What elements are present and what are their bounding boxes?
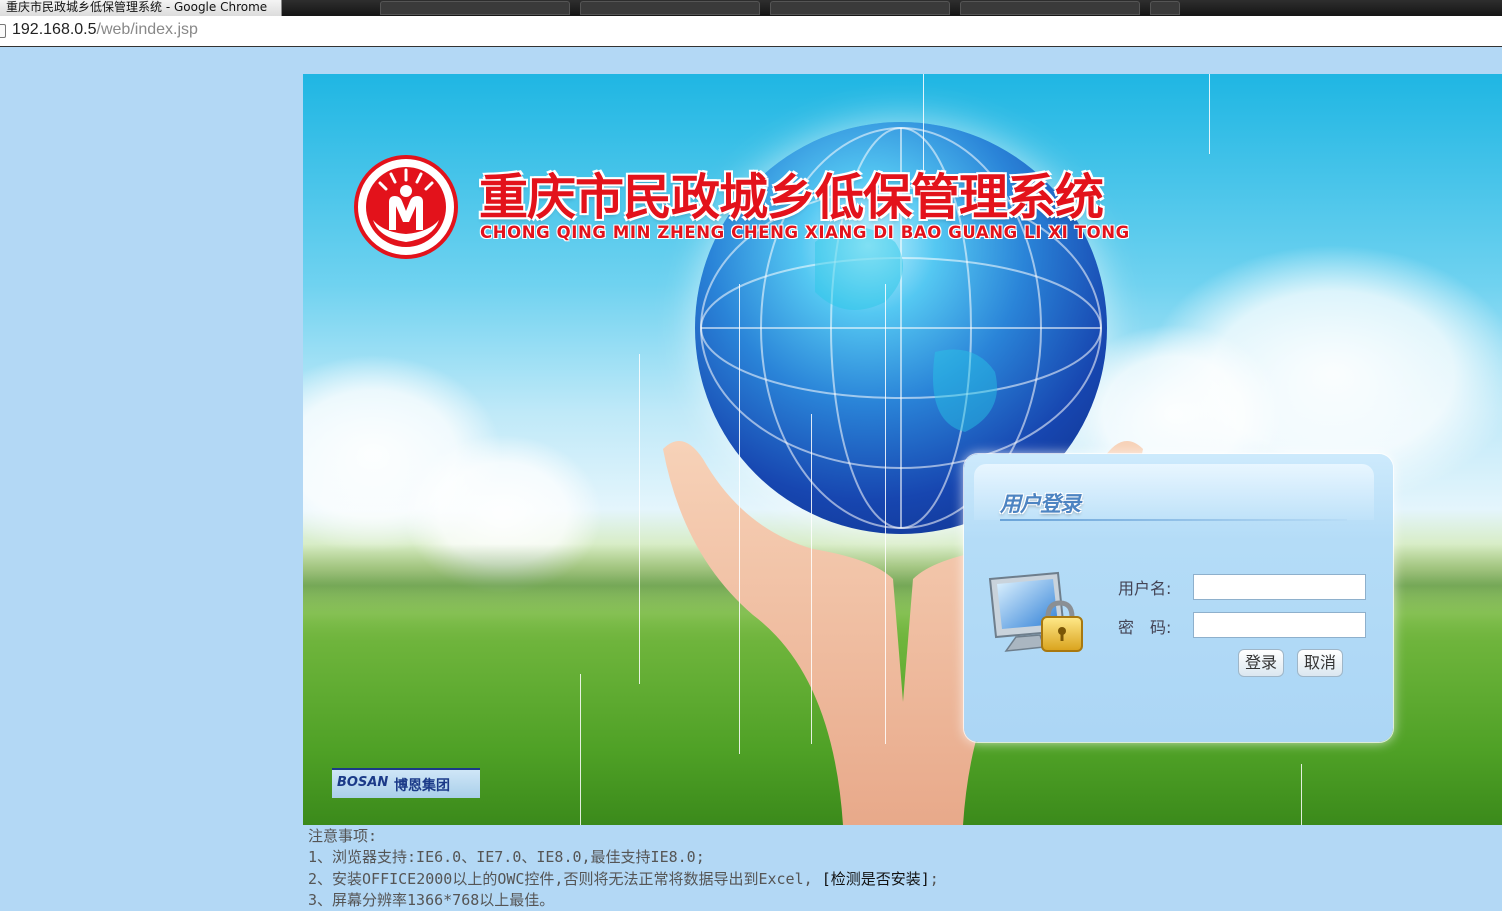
company-logo: BOSAN 博恩集团: [332, 768, 480, 798]
password-label: 密 码:: [1118, 618, 1172, 637]
browser-tab[interactable]: [960, 1, 1140, 15]
url-host: 192.168.0.5: [12, 21, 97, 38]
window-title: 重庆市民政城乡低保管理系统 - Google Chrome: [6, 0, 268, 14]
system-title: 重庆市民政城乡低保管理系统: [479, 169, 1104, 226]
new-tab-button[interactable]: [1150, 1, 1180, 15]
company-logo-mark: BOSAN: [337, 775, 389, 790]
notes-heading: 注意事项:: [308, 827, 378, 845]
divider: [1000, 519, 1347, 521]
decorative-line: [1301, 764, 1302, 825]
system-title-pinyin: CHONG QING MIN ZHENG CHENG XIANG DI BAO …: [480, 223, 1130, 242]
login-panel: 用户登录 用户名: 密 码: 登录 取消: [964, 454, 1393, 742]
notes-section: 注意事项: 1、浏览器支持:IE6.0、IE7.0、IE8.0,最佳支持IE8.…: [308, 826, 939, 911]
address-bar[interactable]: 192.168.0.5/web/index.jsp: [0, 16, 1502, 47]
browser-tab[interactable]: [380, 1, 570, 15]
check-installed-link[interactable]: [检测是否安装]: [822, 870, 930, 888]
window-title-bar: 重庆市民政城乡低保管理系统 - Google Chrome: [0, 0, 1502, 16]
username-label: 用户名:: [1118, 579, 1172, 598]
decorative-line: [739, 284, 740, 754]
notes-line-text: 2、安装OFFICE2000以上的OWC控件,否则将无法正常将数据导出到Exce…: [308, 869, 813, 888]
notes-line: 1、浏览器支持:IE6.0、IE7.0、IE8.0,最佳支持IE8.0;: [308, 848, 705, 867]
active-tab[interactable]: 重庆市民政城乡低保管理系统 - Google Chrome: [0, 0, 282, 16]
decorative-line: [885, 284, 886, 744]
company-name: 博恩集团: [394, 778, 450, 794]
civil-affairs-emblem-icon: [354, 155, 458, 259]
browser-tab[interactable]: [770, 1, 950, 15]
decorative-line: [1209, 74, 1210, 154]
page-icon: [0, 24, 6, 38]
login-title: 用户登录: [1000, 492, 1081, 516]
browser-tab[interactable]: [580, 1, 760, 15]
decorative-line: [811, 414, 812, 744]
decorative-line: [639, 354, 640, 684]
decorative-line: [580, 674, 581, 825]
notes-line-text: ;: [929, 869, 939, 888]
computer-lock-icon: [988, 571, 1083, 652]
notes-line: 3、屏幕分辨率1366*768以上最佳。: [308, 890, 555, 909]
username-input[interactable]: [1193, 574, 1366, 600]
url-path: /web/index.jsp: [96, 21, 198, 38]
url-text[interactable]: 192.168.0.5/web/index.jsp: [12, 21, 198, 39]
cancel-button[interactable]: 取消: [1297, 649, 1343, 677]
login-button[interactable]: 登录: [1238, 649, 1284, 677]
notes-line: 2、安装OFFICE2000以上的OWC控件,否则将无法正常将数据导出到Exce…: [308, 869, 939, 890]
password-input[interactable]: [1193, 612, 1366, 638]
